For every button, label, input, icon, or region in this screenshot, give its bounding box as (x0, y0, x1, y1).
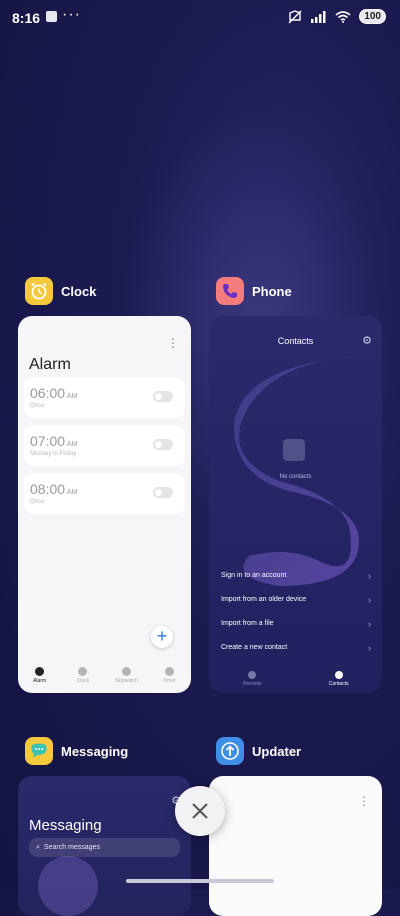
nav-alarm: Alarm (18, 667, 61, 689)
nav-clock: Clock (61, 667, 104, 689)
upload-arrow-icon (216, 737, 244, 765)
vibrate-mute-icon (288, 9, 302, 23)
alarm-time: 07:00 (30, 433, 66, 449)
battery-indicator: 100 (359, 9, 386, 24)
nav-label: Stopwatch (114, 678, 138, 684)
more-menu-icon: ⋮ (167, 336, 179, 350)
close-icon (192, 803, 208, 819)
screen-title: Contacts (277, 336, 314, 346)
option-label: Import from a file (221, 620, 274, 627)
search-messages-field: ⌕ Search messages (29, 838, 180, 857)
chevron-right-icon: › (368, 643, 371, 653)
clock-bottom-nav: Alarm Clock Stopwatch Timer (18, 667, 191, 689)
chat-bubble-icon (25, 737, 53, 765)
alarm-time: 08:00 (30, 481, 66, 497)
contact-avatar-icon (283, 439, 305, 461)
nav-label: Timer (163, 678, 176, 684)
app-name: Updater (252, 743, 302, 759)
alarm-repeat: Monday to Friday (30, 451, 77, 457)
search-placeholder: Search messages (43, 844, 100, 851)
phone-icon (216, 277, 244, 305)
more-menu-icon: ⋮ (358, 794, 370, 808)
screen-title: Alarm (29, 356, 71, 373)
app-name: Phone (252, 283, 292, 299)
nav-label: Recents (243, 681, 262, 687)
notification-square-icon (46, 11, 57, 22)
app-card-updater[interactable]: ⋮ (209, 776, 382, 916)
app-name: Messaging (61, 743, 129, 759)
option-import-device: Import from an older device › (221, 595, 371, 605)
alarm-item: 08:00 AM Once (24, 473, 185, 514)
signal-icon (311, 10, 326, 23)
app-header-messaging[interactable]: Messaging (25, 737, 128, 765)
alarm-period: AM (67, 441, 78, 448)
option-label: Sign in to an account (221, 572, 287, 579)
recents-nav-icon (248, 671, 257, 679)
home-indicator[interactable] (126, 879, 274, 883)
alarm-toggle (153, 391, 173, 402)
settings-gear-icon: ⚙ (362, 335, 372, 347)
alarm-period: AM (67, 393, 78, 400)
screen-title: Messaging (29, 817, 102, 834)
nav-label: Contacts (328, 681, 349, 687)
app-header-updater[interactable]: Updater (216, 737, 301, 765)
app-header-clock[interactable]: Clock (25, 277, 96, 305)
option-label: Create a new contact (221, 644, 288, 651)
search-icon: ⌕ (36, 844, 40, 851)
wifi-icon (335, 10, 351, 23)
app-card-messaging[interactable]: ⚙ Messaging ⌕Search messages (18, 776, 191, 916)
chevron-right-icon: › (368, 619, 371, 629)
contacts-nav-icon (334, 671, 343, 679)
clock-nav-icon (78, 667, 88, 676)
alarm-item: 06:00 AM Once (24, 377, 185, 418)
nav-stopwatch: Stopwatch (105, 667, 148, 689)
app-card-phone[interactable]: Contacts ⚙ No contacts Sign in to an acc… (209, 316, 382, 693)
alarm-item: 07:00 AM Monday to Friday (24, 425, 185, 466)
alarm-period: AM (67, 489, 78, 496)
alarm-toggle (153, 439, 173, 450)
alarm-toggle (153, 487, 173, 498)
status-bar: 8:16 ··· 100 (0, 0, 400, 36)
decorative-blob (38, 856, 98, 916)
alarm-repeat: Once (30, 403, 45, 409)
status-time: 8:16 (12, 10, 41, 26)
alarm-time: 06:00 (30, 385, 66, 401)
option-sign-in: Sign in to an account › (221, 571, 371, 581)
app-header-phone[interactable]: Phone (216, 277, 292, 305)
chevron-right-icon: › (368, 595, 371, 605)
decorative-swirl (234, 356, 359, 586)
option-import-file: Import from a file › (221, 619, 371, 629)
alarm-clock-icon (25, 277, 53, 305)
option-create-contact: Create a new contact › (221, 643, 371, 653)
empty-state-text: No contacts (279, 474, 312, 480)
alarm-nav-icon (35, 667, 45, 676)
add-alarm-button: + (151, 626, 173, 648)
app-name: Clock (61, 283, 97, 299)
alarm-repeat: Once (30, 499, 45, 505)
nav-label: Clock (76, 678, 90, 684)
nav-contacts: Contacts (296, 671, 383, 687)
stopwatch-nav-icon (121, 667, 131, 676)
timer-nav-icon (164, 667, 174, 676)
close-all-button[interactable] (175, 786, 225, 836)
nav-label: Alarm (33, 678, 47, 684)
nav-timer: Timer (148, 667, 191, 689)
nav-recents: Recents (209, 671, 296, 687)
more-notifications-icon: ··· (62, 6, 81, 23)
phone-bottom-nav: Recents Contacts (209, 671, 382, 687)
app-card-clock[interactable]: ⋮ Alarm 06:00 AM Once 07:00 AM Monday to F… (18, 316, 191, 693)
option-label: Import from an older device (221, 596, 307, 603)
chevron-right-icon: › (368, 571, 371, 581)
